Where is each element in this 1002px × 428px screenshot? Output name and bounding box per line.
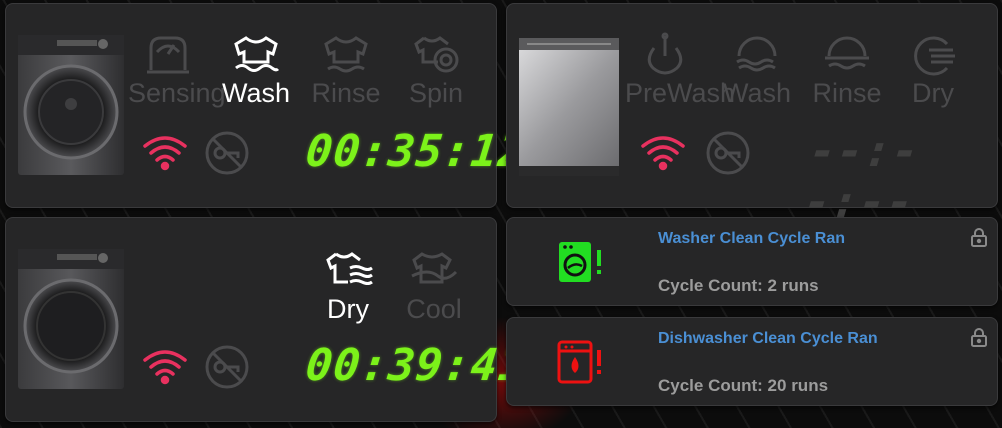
washer-image xyxy=(18,35,124,175)
scale-icon xyxy=(147,36,189,74)
stage-label: Rinse xyxy=(812,78,882,108)
stage-prewash: PreWash xyxy=(625,32,736,108)
child-lock-off-icon xyxy=(205,131,249,175)
washer-timer: 00:35:12 xyxy=(303,126,529,177)
prewash-icon xyxy=(647,32,683,75)
stage-label: Sensing xyxy=(128,78,226,108)
stage-label: Spin xyxy=(408,78,464,108)
dish-rinse-icon xyxy=(825,36,869,70)
stage-wash: Wash xyxy=(216,32,296,108)
notice-title: Washer Clean Cycle Ran xyxy=(658,230,846,247)
dryer-image xyxy=(18,249,124,389)
dryer-timer: 00:39:41 xyxy=(303,340,529,391)
shirt-dry-icon xyxy=(326,252,373,285)
stage-sensing: Sensing xyxy=(128,32,226,108)
stage-dish-dry: Dry xyxy=(893,32,973,108)
dryer-card[interactable]: Dry Cool 00:39:41 xyxy=(5,217,529,422)
dishwasher-card[interactable]: PreWash Wash Rinse Dry --:--:-- xyxy=(506,3,998,228)
stage-dish-wash: Wash xyxy=(717,32,797,108)
stage-label: PreWash xyxy=(625,78,736,108)
notice-subtitle: Cycle Count: 20 runs xyxy=(658,376,829,395)
stage-label: Wash xyxy=(722,78,791,108)
notice-title: Dishwasher Clean Cycle Ran xyxy=(658,330,878,347)
child-lock-off-icon xyxy=(706,131,750,175)
shirt-wash-icon xyxy=(234,36,280,72)
stage-rinse: Rinse xyxy=(306,32,386,108)
stage-dry: Dry xyxy=(308,248,388,324)
stage-label: Dry xyxy=(912,78,954,108)
dishwasher-clean-notice[interactable]: Dishwasher Clean Cycle Ran Cycle Count: … xyxy=(506,317,998,406)
dishwasher-timer: --:--:-- xyxy=(801,126,923,228)
stage-spin: Spin xyxy=(396,32,476,108)
stage-label: Wash xyxy=(221,78,290,108)
notice-subtitle: Cycle Count: 2 runs xyxy=(658,276,819,295)
shirt-rinse-icon xyxy=(324,36,368,73)
padlock-icon[interactable] xyxy=(970,227,988,247)
dish-dry-icon xyxy=(914,36,955,76)
stage-label: Cool xyxy=(406,294,462,324)
stage-label: Rinse xyxy=(311,78,381,108)
dishwasher-alert-icon xyxy=(557,340,601,384)
dishwasher-image xyxy=(519,38,619,176)
wifi-icon xyxy=(641,136,685,171)
child-lock-off-icon xyxy=(205,345,249,389)
wifi-icon xyxy=(143,350,187,385)
padlock-icon[interactable] xyxy=(970,327,988,347)
wifi-icon xyxy=(143,136,187,171)
dish-wash-icon xyxy=(736,36,777,72)
stage-dish-rinse: Rinse xyxy=(807,32,887,108)
washer-alert-icon xyxy=(559,242,601,282)
stage-cool: Cool xyxy=(394,248,474,324)
shirt-cool-icon xyxy=(411,252,458,284)
stage-label: Dry xyxy=(327,294,369,324)
washer-clean-notice[interactable]: Washer Clean Cycle Ran Cycle Count: 2 ru… xyxy=(506,217,998,306)
washer-card[interactable]: Sensing Wash Rinse Spin 00:35:12 xyxy=(5,3,529,208)
shirt-spin-icon xyxy=(414,36,459,73)
